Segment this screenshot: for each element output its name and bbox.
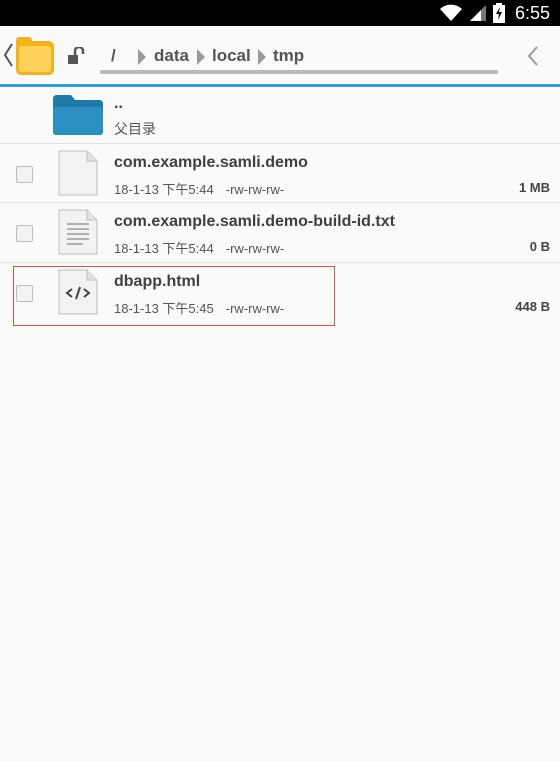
file-name: com.example.samli.demo: [114, 154, 308, 171]
file-size: 1 MB: [518, 180, 550, 195]
breadcrumb-item-tmp[interactable]: tmp: [273, 46, 304, 66]
file-checkbox[interactable]: [16, 225, 33, 242]
parent-dir-label: 父目录: [114, 121, 156, 137]
parent-dir-name: ..: [114, 95, 123, 112]
unlock-icon[interactable]: [67, 47, 87, 65]
file-name: com.example.samli.demo-build-id.txt: [114, 213, 395, 230]
battery-charging-icon: [492, 3, 505, 23]
parent-directory-row[interactable]: .. 父目录: [0, 87, 560, 143]
file-meta: 18-1-13 下午5:44 -rw-rw-rw-: [114, 179, 284, 198]
status-icons: 6:55: [439, 0, 550, 26]
status-bar: 6:55: [0, 0, 560, 26]
clock: 6:55: [514, 2, 550, 23]
breadcrumb-scroll-track: [100, 70, 498, 74]
file-row[interactable]: com.example.samli.demo-build-id.txt 18-1…: [0, 203, 560, 262]
folder-icon: [53, 95, 103, 135]
file-date: 18-1-13 下午5:44: [114, 241, 214, 256]
file-meta: 18-1-13 下午5:44 -rw-rw-rw-: [114, 238, 284, 257]
folder-app-icon[interactable]: [16, 37, 54, 75]
breadcrumb-item-root[interactable]: /: [111, 46, 116, 66]
breadcrumb-separator-icon: [138, 49, 146, 65]
selection-highlight: [13, 266, 335, 326]
file-date: 18-1-13 下午5:44: [114, 182, 214, 197]
chevron-left-icon[interactable]: [527, 45, 539, 67]
text-file-icon: [58, 209, 98, 255]
breadcrumb-separator-icon: [197, 49, 205, 65]
wifi-icon: [439, 4, 462, 21]
file-permissions: -rw-rw-rw-: [225, 241, 285, 256]
breadcrumb-item-local[interactable]: local: [212, 46, 251, 66]
breadcrumb-item-data[interactable]: data: [154, 46, 189, 66]
file-row[interactable]: com.example.samli.demo 18-1-13 下午5:44 -rw…: [0, 144, 560, 202]
file-icon: [58, 150, 98, 196]
file-permissions: -rw-rw-rw-: [225, 182, 285, 197]
file-size: 0 B: [529, 239, 550, 254]
file-checkbox[interactable]: [16, 166, 33, 183]
breadcrumb: / data local tmp: [100, 40, 500, 74]
signal-icon: [469, 5, 486, 21]
file-size: 448 B: [515, 299, 550, 314]
breadcrumb-separator-icon: [258, 49, 266, 65]
back-chevron-icon[interactable]: [2, 40, 14, 70]
